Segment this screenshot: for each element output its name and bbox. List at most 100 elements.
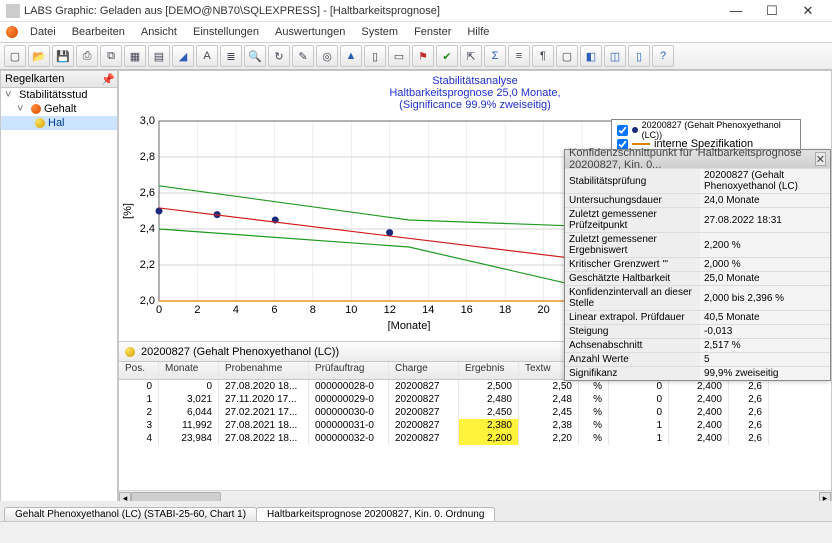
- info-val: 5: [700, 353, 830, 367]
- col-pos[interactable]: Pos.: [119, 362, 159, 379]
- close-button[interactable]: ✕: [790, 1, 826, 21]
- tb-doc-icon[interactable]: ▯: [364, 45, 386, 67]
- grid-title: 20200827 (Gehalt Phenoxyethanol (LC)): [141, 346, 339, 358]
- tb-target-icon[interactable]: ◎: [316, 45, 338, 67]
- tab-prognose[interactable]: Haltbarkeitsprognose 20200827, Kin. 0. O…: [256, 507, 495, 521]
- tb-open-icon[interactable]: 📂: [28, 45, 50, 67]
- tb-page-icon[interactable]: ▭: [388, 45, 410, 67]
- tb-refresh-icon[interactable]: ↻: [268, 45, 290, 67]
- col-ergebnis[interactable]: Ergebnis: [459, 362, 519, 379]
- cell-charge: 20200827: [389, 419, 459, 432]
- info-header[interactable]: Konfidenzschnittpunkt für 'Haltbarkeitsp…: [565, 150, 830, 168]
- cell-probe: 27.11.2020 17...: [219, 393, 309, 406]
- cell-t: 2,45: [519, 406, 579, 419]
- info-table: Stabilitätsprüfung20200827 (Gehalt Pheno…: [565, 168, 830, 380]
- tb-tile3-icon[interactable]: ▯: [628, 45, 650, 67]
- col-charge[interactable]: Charge: [389, 362, 459, 379]
- cell-x: 2,6: [729, 419, 769, 432]
- legend-item[interactable]: 20200827 (Gehalt Phenoxyethanol (LC)): [617, 123, 795, 137]
- status-bar: [0, 521, 832, 543]
- menu-system[interactable]: System: [353, 26, 406, 38]
- tb-help-icon[interactable]: ?: [652, 45, 674, 67]
- info-panel[interactable]: Konfidenzschnittpunkt für 'Haltbarkeitsp…: [564, 149, 831, 381]
- tb-print-icon[interactable]: ⎙: [76, 45, 98, 67]
- table-row[interactable]: 311,99227.08.2021 18...000000031-0202008…: [119, 419, 831, 432]
- cell-auftrag: 000000032-0: [309, 432, 389, 445]
- col-probenahme[interactable]: Probenahme: [219, 362, 309, 379]
- menu-einstellungen[interactable]: Einstellungen: [185, 26, 267, 38]
- svg-text:10: 10: [345, 304, 357, 316]
- tb-table-icon[interactable]: ▦: [124, 45, 146, 67]
- legend-label: 20200827 (Gehalt Phenoxyethanol (LC)): [642, 120, 795, 140]
- tb-zoom-icon[interactable]: 🔍: [244, 45, 266, 67]
- tb-chart-icon[interactable]: ◢: [172, 45, 194, 67]
- tb-export-icon[interactable]: ⇱: [460, 45, 482, 67]
- cell-probe: 27.02.2021 17...: [219, 406, 309, 419]
- table-row[interactable]: 423,98427.08.2022 18...000000032-0202008…: [119, 432, 831, 445]
- cell-w: 2,400: [669, 406, 729, 419]
- tree-node-hal[interactable]: Hal: [1, 116, 117, 130]
- cell-monate: 0: [159, 380, 219, 393]
- info-title: Konfidenzschnittpunkt für 'Haltbarkeitsp…: [569, 147, 815, 171]
- cell-ergebnis: 2,450: [459, 406, 519, 419]
- table-row[interactable]: 26,04427.02.2021 17...000000030-02020082…: [119, 406, 831, 419]
- menu-fenster[interactable]: Fenster: [406, 26, 459, 38]
- tb-flag-icon[interactable]: ⚑: [412, 45, 434, 67]
- tb-check-icon[interactable]: ✔: [436, 45, 458, 67]
- minimize-button[interactable]: —: [718, 1, 754, 21]
- tb-tools-icon[interactable]: ✎: [292, 45, 314, 67]
- info-close-icon[interactable]: ✕: [815, 152, 826, 166]
- info-val: 24,0 Monate: [700, 194, 830, 208]
- info-val: 20200827 (Gehalt Phenoxyethanol (LC): [700, 169, 830, 194]
- tb-new-icon[interactable]: ▢: [4, 45, 26, 67]
- tb-save-icon[interactable]: 💾: [52, 45, 74, 67]
- cell-ergebnis: 2,500: [459, 380, 519, 393]
- menu-ansicht[interactable]: Ansicht: [133, 26, 185, 38]
- cell-x: 2,6: [729, 393, 769, 406]
- tab-chart1[interactable]: Gehalt Phenoxyethanol (LC) (STABI-25-60,…: [4, 507, 257, 521]
- cell-probe: 27.08.2020 18...: [219, 380, 309, 393]
- tb-sigma-icon[interactable]: Σ: [484, 45, 506, 67]
- col-monate[interactable]: Monate: [159, 362, 219, 379]
- pin-icon[interactable]: 📌: [101, 73, 113, 85]
- menu-auswertungen[interactable]: Auswertungen: [267, 26, 353, 38]
- info-key: Achsenabschnitt: [565, 339, 700, 353]
- tree-node-gehalt[interactable]: ˅ Gehalt: [1, 102, 117, 116]
- info-val: 2,517 %: [700, 339, 830, 353]
- table-row[interactable]: 0027.08.2020 18...000000028-0202008272,5…: [119, 380, 831, 393]
- tb-win-icon[interactable]: ▢: [556, 45, 578, 67]
- toolbar: ▢ 📂 💾 ⎙ ⧉ ▦ ▤ ◢ A ≣ 🔍 ↻ ✎ ◎ ▲ ▯ ▭ ⚑ ✔ ⇱ …: [0, 42, 832, 70]
- tb-copy-icon[interactable]: ⧉: [100, 45, 122, 67]
- maximize-button[interactable]: ☐: [754, 1, 790, 21]
- tb-tile2-icon[interactable]: ◫: [604, 45, 626, 67]
- collapse-icon[interactable]: ˅: [17, 103, 28, 115]
- info-val: -0,013: [700, 325, 830, 339]
- chart-subtitle2: (Significance 99.9% zweiseitig): [119, 99, 831, 111]
- tb-filter-icon[interactable]: ≡: [508, 45, 530, 67]
- tb-text-icon[interactable]: A: [196, 45, 218, 67]
- info-key: Linear extrapol. Prüfdauer: [565, 311, 700, 325]
- menu-hilfe[interactable]: Hilfe: [459, 26, 497, 38]
- col-pruefauftrag[interactable]: Prüfauftrag: [309, 362, 389, 379]
- legend-check[interactable]: [617, 125, 628, 136]
- collapse-icon[interactable]: ˅: [5, 89, 16, 101]
- menu-bearbeiten[interactable]: Bearbeiten: [64, 26, 133, 38]
- svg-text:3,0: 3,0: [140, 115, 155, 127]
- window-title: LABS Graphic: Geladen aus [DEMO@NB70\SQL…: [24, 5, 718, 17]
- cell-pos: 0: [119, 380, 159, 393]
- cell-probe: 27.08.2021 18...: [219, 419, 309, 432]
- table-row[interactable]: 13,02127.11.2020 17...000000029-02020082…: [119, 393, 831, 406]
- info-key: Untersuchungsdauer: [565, 194, 700, 208]
- svg-text:2: 2: [194, 304, 200, 316]
- cell-monate: 23,984: [159, 432, 219, 445]
- tb-para-icon[interactable]: ¶: [532, 45, 554, 67]
- tree-root[interactable]: ˅ Stabilitätsstud: [1, 88, 117, 102]
- tb-delta-icon[interactable]: ▲: [340, 45, 362, 67]
- menu-datei[interactable]: Datei: [22, 26, 64, 38]
- tb-grid-icon[interactable]: ▤: [148, 45, 170, 67]
- cell-w: 2,400: [669, 432, 729, 445]
- info-val: 99,9% zweiseitig: [700, 367, 830, 381]
- chart-title: Stabilitätsanalyse: [119, 75, 831, 87]
- tb-list-icon[interactable]: ≣: [220, 45, 242, 67]
- tb-tile1-icon[interactable]: ◧: [580, 45, 602, 67]
